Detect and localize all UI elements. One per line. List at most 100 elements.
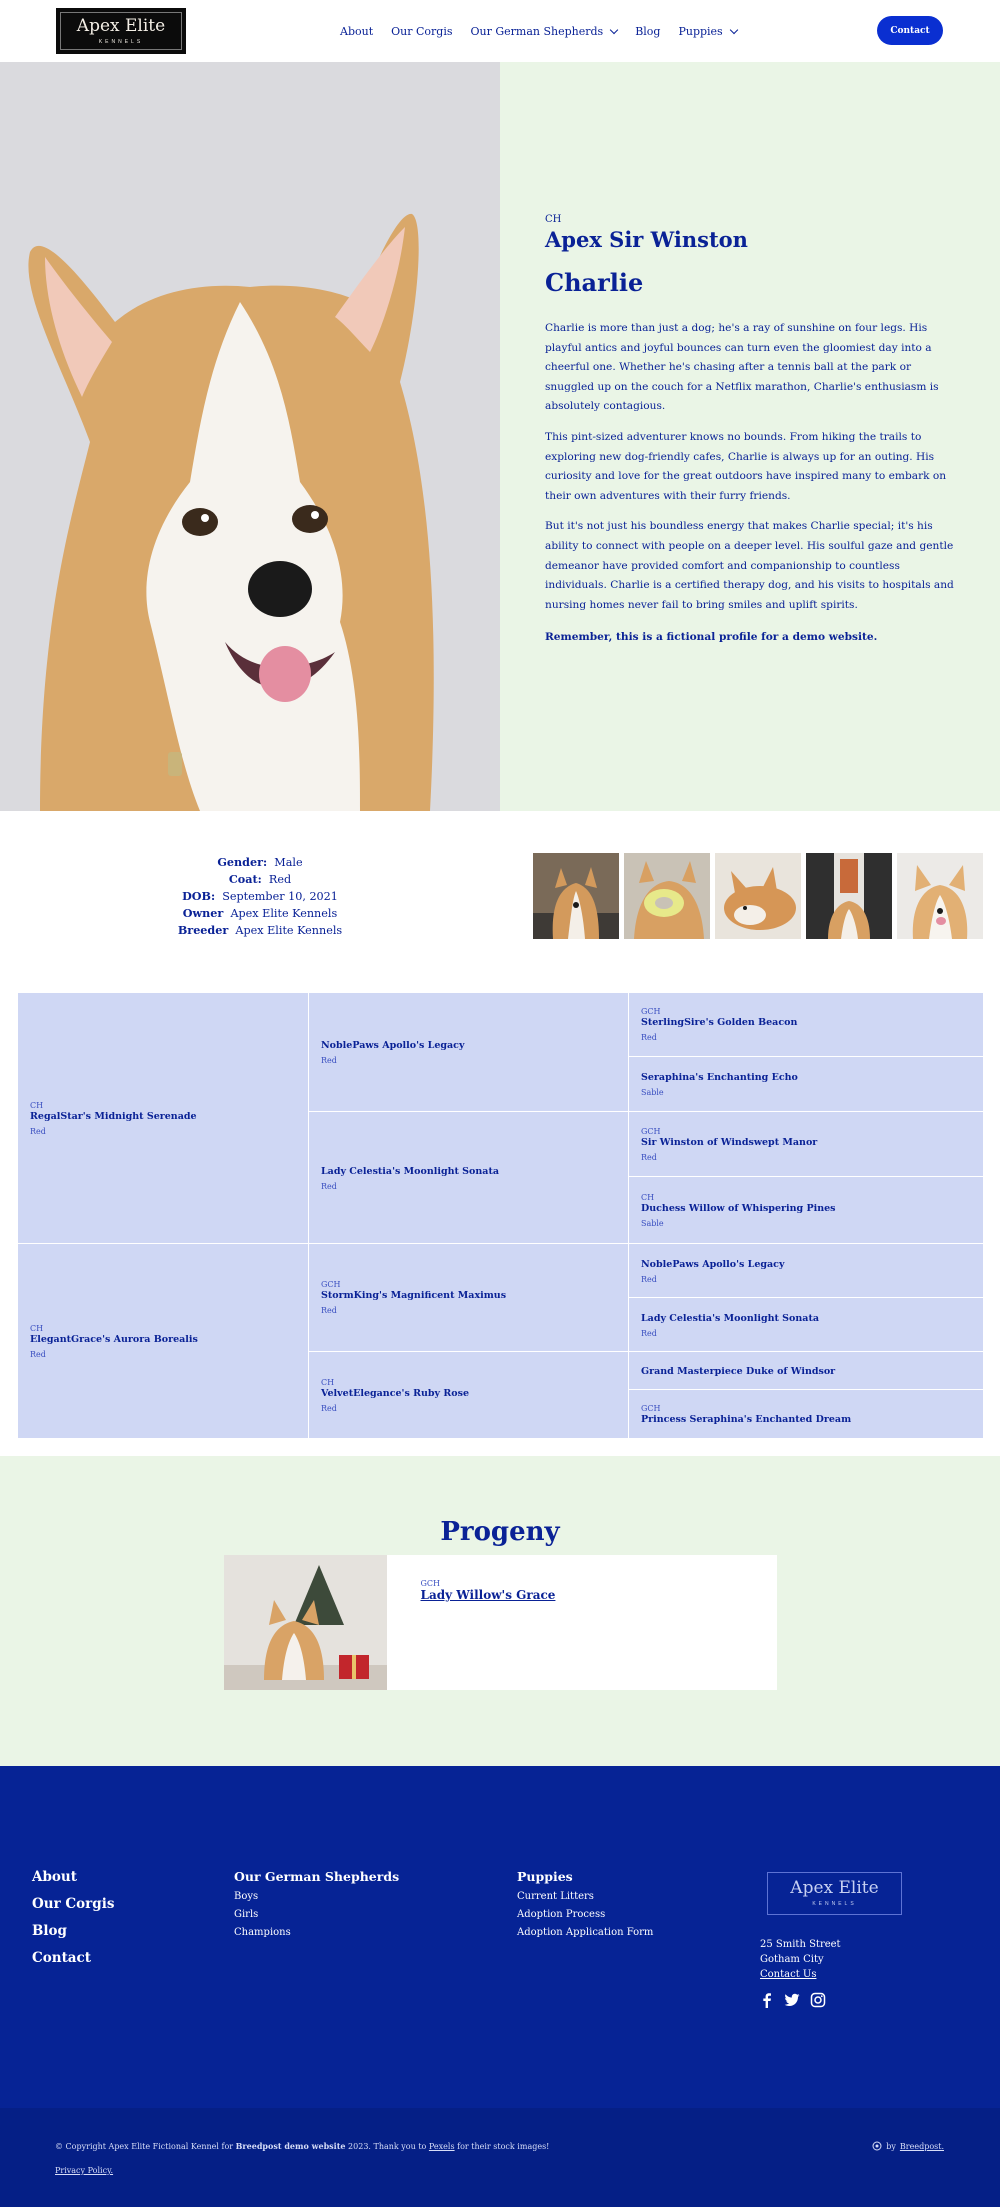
pedigree-title: CH [641,1192,655,1202]
info-breeder: Breeder Apex Elite Kennels [178,922,342,939]
pedigree-title: GCH [641,1126,661,1136]
title-prefix: CH [545,213,562,225]
gallery-thumbnail[interactable] [897,853,983,939]
thumb-image [806,853,892,939]
corgi-illustration [0,62,500,811]
pedigree-name: Seraphina's Enchanting Echo [641,1072,798,1083]
pedigree-great-grandparent[interactable]: CH Duchess Willow of Whispering Pines Sa… [629,1177,983,1243]
pedigree-title: GCH [321,1280,341,1289]
photo-gallery [533,853,983,939]
pedigree-color: Red [321,1181,337,1191]
pedigree-great-grandparent[interactable]: Seraphina's Enchanting Echo Sable [629,1057,983,1111]
footer-logo-sub: KENNELS [812,1901,857,1907]
social-links [760,1992,826,2008]
dog-call-name: Charlie [545,268,644,298]
pedigree-color: Red [321,1403,337,1413]
nav-german-shepherds[interactable]: Our German Shepherds [470,25,619,38]
footer-link-girls[interactable]: Girls [234,1909,399,1920]
twitter-icon[interactable] [784,1992,800,2008]
info-value: Male [274,855,303,869]
progeny-image [223,1555,387,1690]
pedigree-color: Sable [641,1218,664,1228]
footer-shepherds-links: Our German Shepherds Boys Girls Champion… [234,1869,399,1945]
dog-registered-name: Apex Sir Winston [545,226,748,252]
copyright-part: 2023. Thank you to [345,2142,429,2151]
footer-link-champions[interactable]: Champions [234,1927,399,1938]
pedigree-color: Red [30,1126,46,1136]
pedigree-great-grandparent[interactable]: GCH Princess Seraphina's Enchanted Dream [629,1390,983,1438]
progeny-section: Progeny GCH Lady Willow's Grace [0,1456,1000,1766]
pedigree-great-grandparent[interactable]: GCH SterlingSire's Golden Beacon Red [629,993,983,1056]
copyright-text: © Copyright Apex Elite Fictional Kennel … [55,2141,549,2151]
pedigree-name: SterlingSire's Golden Beacon [641,1017,798,1028]
thumb-image [715,853,801,939]
pedigree-title: CH [30,1323,44,1333]
instagram-icon[interactable] [810,1992,826,2008]
thumb-image [624,853,710,939]
footer-logo[interactable]: Apex Elite KENNELS [767,1872,902,1915]
info-coat: Coat: Red [229,871,291,888]
logo[interactable]: Apex Elite KENNELS [56,8,186,54]
info-dob: DOB: September 10, 2021 [182,888,338,905]
breedpost-demo-link[interactable]: Breedpost demo website [236,2141,346,2151]
footer-link-adoption-process[interactable]: Adoption Process [517,1909,653,1920]
copyright-part: for their stock images! [454,2142,550,2151]
progeny-name-link[interactable]: Lady Willow's Grace [421,1588,556,1602]
facebook-icon[interactable] [760,1992,774,2008]
pedigree-chart: CH RegalStar's Midnight Serenade Red CH … [18,993,983,1438]
info-label: Coat: [228,871,262,886]
footer-link-contact[interactable]: Contact [32,1950,114,1966]
gallery-thumbnail[interactable] [806,853,892,939]
breedpost-link[interactable]: Breedpost. [900,2142,944,2151]
sub-footer: © Copyright Apex Elite Fictional Kennel … [0,2108,1000,2207]
pedigree-name: RegalStar's Midnight Serenade [30,1110,197,1122]
footer-link-adoption-form[interactable]: Adoption Application Form [517,1927,653,1938]
footer-link-blog[interactable]: Blog [32,1923,114,1939]
nav-puppies[interactable]: Puppies [678,25,738,38]
nav-our-corgis[interactable]: Our Corgis [391,25,452,38]
pedigree-grandparent[interactable]: NoblePaws Apollo's Legacy Red [309,993,628,1111]
pedigree-sire[interactable]: CH RegalStar's Midnight Serenade Red [18,993,308,1243]
breedpost-logo-icon [872,2141,882,2151]
pedigree-color: Red [30,1349,46,1359]
pedigree-name: Sir Winston of Windswept Manor [641,1136,818,1148]
progeny-card[interactable]: GCH Lady Willow's Grace [223,1555,777,1690]
pedigree-grandparent[interactable]: Lady Celestia's Moonlight Sonata Red [309,1112,628,1243]
nav-about[interactable]: About [340,25,373,38]
footer-link-current-litters[interactable]: Current Litters [517,1891,653,1902]
pedigree-color: Red [321,1056,337,1065]
address-line: Gotham City [760,1954,824,1965]
pedigree-color: Sable [641,1088,664,1097]
footer-logo-name: Apex Elite [790,1878,879,1898]
pedigree-grandparent[interactable]: GCH StormKing's Magnificent Maximus Red [309,1244,628,1351]
pexels-link[interactable]: Pexels [429,2142,455,2151]
gallery-thumbnail[interactable] [624,853,710,939]
info-value: Apex Elite Kennels [230,906,338,920]
logo-name: Apex Elite [76,15,166,36]
privacy-policy-link[interactable]: Privacy Policy. [55,2166,113,2175]
pedigree-great-grandparent[interactable]: Grand Masterpiece Duke of Windsor [629,1352,983,1389]
nav-blog[interactable]: Blog [635,25,660,38]
footer-link-about[interactable]: About [32,1869,114,1885]
footer-link-boys[interactable]: Boys [234,1891,399,1902]
pedigree-great-grandparent[interactable]: NoblePaws Apollo's Legacy Red [629,1244,983,1297]
chevron-down-icon [729,25,738,34]
pedigree-name: NoblePaws Apollo's Legacy [641,1258,785,1270]
gallery-thumbnail[interactable] [715,853,801,939]
pedigree-color: Red [321,1306,337,1315]
footer-heading-shepherds[interactable]: Our German Shepherds [234,1869,399,1884]
chevron-down-icon [609,25,619,34]
copyright-part: © Copyright Apex Elite Fictional Kennel … [55,2142,236,2151]
pedigree-dam[interactable]: CH ElegantGrace's Aurora Borealis Red [18,1244,308,1438]
thumb-image [533,853,619,939]
contact-us-link[interactable]: Contact Us [760,1967,841,1982]
footer-heading-puppies[interactable]: Puppies [517,1869,653,1884]
pedigree-great-grandparent[interactable]: Lady Celestia's Moonlight Sonata Red [629,1298,983,1351]
logo-sub: KENNELS [98,38,144,45]
pedigree-grandparent[interactable]: CH VelvetElegance's Ruby Rose Red [309,1352,628,1438]
footer-address: 25 Smith Street Gotham City Contact Us [760,1937,841,1982]
contact-button[interactable]: Contact [877,16,943,45]
pedigree-great-grandparent[interactable]: GCH Sir Winston of Windswept Manor Red [629,1112,983,1176]
footer-link-our-corgis[interactable]: Our Corgis [32,1896,114,1912]
gallery-thumbnail[interactable] [533,853,619,939]
